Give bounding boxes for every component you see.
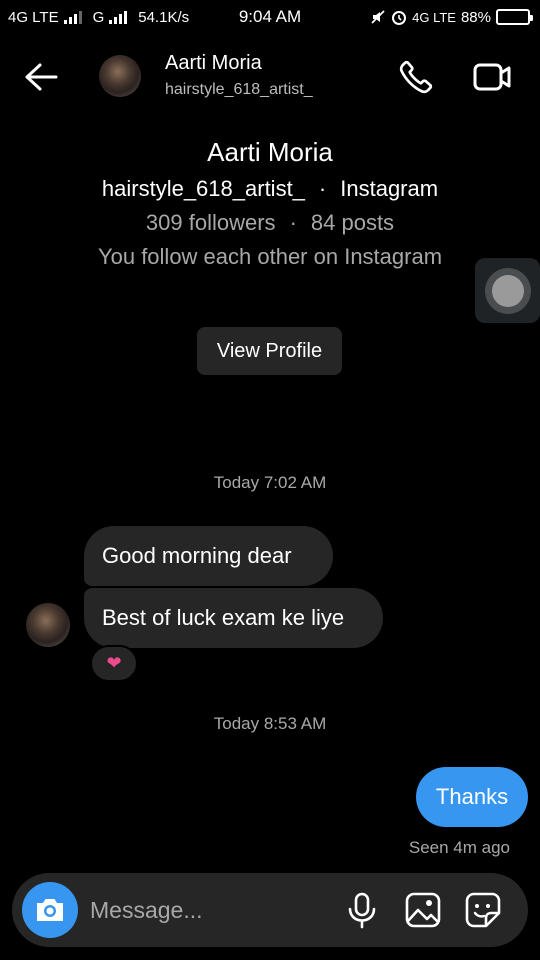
voice-message-button[interactable]	[346, 891, 382, 929]
status-bar: 4G LTE G 54.1K/s 9:04 AM 4G LTE 88%	[0, 0, 540, 34]
profile-username: hairstyle_618_artist_	[101, 176, 305, 201]
profile-platform: Instagram	[340, 176, 439, 201]
network-speed: 54.1K/s	[138, 8, 190, 26]
outgoing-message[interactable]: Thanks	[416, 767, 528, 827]
message-composer	[12, 873, 528, 947]
profile-stats: 309 followers · 84 posts	[0, 206, 540, 240]
mute-icon	[370, 9, 386, 25]
sticker-button[interactable]	[464, 891, 502, 929]
incoming-message[interactable]: Best of luck exam ke liye	[84, 588, 383, 648]
chat-header: Aarti Moria hairstyle_618_artist_	[0, 40, 540, 114]
camera-button[interactable]	[22, 882, 78, 938]
video-camera-icon	[473, 63, 511, 91]
view-profile-button[interactable]: View Profile	[197, 327, 342, 375]
signal-icon-2	[109, 10, 128, 24]
posts-count: 84 posts	[310, 210, 395, 235]
followers-count: 309 followers	[145, 210, 276, 235]
status-right: 4G LTE 88%	[370, 8, 533, 26]
heart-reaction[interactable]: ❤	[90, 645, 138, 682]
network-label-1: 4G LTE	[8, 8, 59, 26]
network-label-3: 4G LTE	[412, 9, 456, 25]
back-arrow-icon	[25, 63, 58, 91]
header-username[interactable]: hairstyle_618_artist_	[165, 81, 313, 99]
video-call-button[interactable]	[472, 59, 512, 95]
message-timestamp: Today 8:53 AM	[213, 714, 327, 733]
message-input[interactable]	[90, 892, 330, 928]
seen-status: Seen 4m ago	[408, 838, 510, 857]
heart-icon: ❤	[106, 653, 122, 673]
header-name[interactable]: Aarti Moria	[165, 52, 262, 75]
network-label-2: G	[92, 8, 105, 26]
gallery-icon	[405, 892, 441, 928]
profile-handle-line: hairstyle_618_artist_ · Instagram	[0, 172, 540, 206]
phone-icon	[399, 60, 433, 94]
message-timestamp: Today 7:02 AM	[213, 473, 327, 492]
signal-icon-1	[63, 10, 82, 24]
status-left: 4G LTE G 54.1K/s	[8, 9, 189, 26]
header-avatar[interactable]	[99, 55, 141, 97]
separator-dot: ·	[289, 210, 297, 235]
sender-avatar[interactable]	[26, 603, 70, 647]
back-button[interactable]	[22, 60, 62, 94]
profile-name: Aarti Moria	[207, 137, 333, 167]
sticker-icon	[465, 892, 501, 928]
camera-icon	[37, 899, 63, 921]
incoming-message[interactable]: Good morning dear	[84, 526, 333, 586]
assistive-touch-icon	[484, 267, 531, 314]
microphone-icon	[348, 892, 376, 929]
battery-percent: 88%	[460, 8, 491, 26]
profile-summary: Aarti Moria hairstyle_618_artist_ · Instag…	[0, 134, 540, 274]
alarm-icon	[391, 9, 407, 25]
separator-dot: ·	[318, 176, 327, 201]
gallery-button[interactable]	[404, 891, 442, 929]
mutual-follow-text: You follow each other on Instagram	[97, 244, 443, 269]
assistive-touch-button[interactable]	[475, 258, 540, 323]
audio-call-button[interactable]	[398, 59, 436, 95]
battery-icon	[496, 9, 533, 25]
